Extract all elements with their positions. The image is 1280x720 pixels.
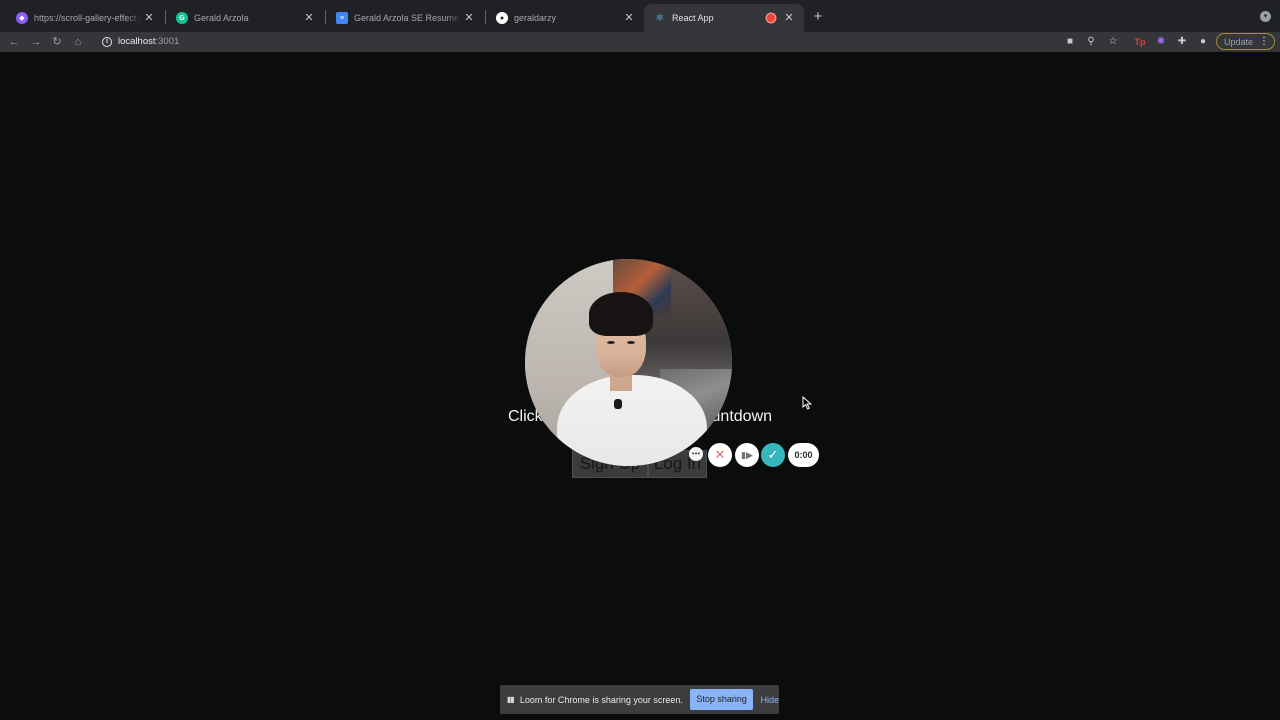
lapel-mic	[614, 399, 622, 409]
reload-button[interactable]: ↻	[48, 33, 66, 51]
update-button[interactable]: Update ⋮	[1216, 33, 1275, 50]
bookmark-star-icon[interactable]: ☆	[1105, 34, 1121, 50]
github-icon: ●	[496, 12, 508, 24]
google-docs-icon: ≡	[336, 12, 348, 24]
home-button[interactable]: ⌂	[69, 33, 87, 51]
hide-sharing-bar-button[interactable]: Hide	[760, 695, 779, 705]
sharing-pause-icon: ▮▮	[507, 695, 515, 704]
loom-finish-button[interactable]: ✓	[761, 443, 785, 467]
grammarly-icon: G	[176, 12, 188, 24]
url-port: :3001	[155, 36, 180, 47]
profile-icon[interactable]: ●	[1195, 34, 1211, 50]
tab-title: Gerald Arzola	[194, 13, 249, 23]
address-bar[interactable]: i localhost :3001	[94, 32, 1218, 51]
close-icon: ✕	[714, 447, 726, 462]
extension-loom-icon[interactable]: ✺	[1153, 34, 1169, 50]
url-host: localhost	[118, 36, 156, 47]
tab-title: geraldarzy	[514, 13, 557, 23]
react-icon: ⚛	[655, 12, 665, 24]
loom-camera-bubble[interactable]	[525, 259, 732, 466]
mouse-cursor-icon	[802, 396, 812, 410]
webcam-person-hair	[589, 292, 653, 336]
tab-scroll-gallery[interactable]: ◆ https://scroll-gallery-effect.netlify.…	[6, 4, 164, 32]
tab-title: React App	[672, 13, 714, 23]
recording-indicator-icon	[767, 14, 775, 22]
check-icon: ✓	[767, 447, 779, 462]
new-tab-button[interactable]: +	[810, 9, 826, 25]
forward-button[interactable]: →	[27, 33, 45, 51]
more-dots-icon: •••	[691, 449, 701, 458]
browser-toolbar: ← → ↻ ⌂ i localhost :3001 ■ ⚲ ☆ Tp ✺ ✚ ●…	[0, 32, 1280, 52]
close-tab-icon[interactable]: ✕	[142, 11, 156, 25]
loom-cancel-button[interactable]: ✕	[708, 443, 732, 467]
sharing-message: Loom for Chrome is sharing your screen.	[519, 694, 683, 705]
camera-in-use-icon[interactable]: ■	[1062, 34, 1078, 50]
extension-tp-icon[interactable]: Tp	[1132, 34, 1148, 50]
zoom-icon[interactable]: ⚲	[1083, 34, 1099, 50]
loom-recording-timer: 0:00	[788, 443, 819, 467]
loom-pause-button[interactable]: ▮▶	[735, 443, 759, 467]
tab-search-icon[interactable]: ▾	[1260, 11, 1271, 22]
tab-react-app[interactable]: ⚛ React App ✕	[644, 4, 804, 32]
screen: ◆ https://scroll-gallery-effect.netlify.…	[0, 0, 1280, 720]
screen-sharing-bar: ▮▮ Loom for Chrome is sharing your scree…	[500, 685, 779, 714]
tab-title: Gerald Arzola SE Resume - Google Docs	[354, 13, 462, 23]
loom-more-options-button[interactable]: •••	[689, 447, 703, 461]
webcam-person-eye	[607, 341, 615, 344]
extensions-puzzle-icon[interactable]: ✚	[1174, 34, 1190, 50]
webcam-person-eye	[627, 341, 635, 344]
close-tab-icon[interactable]: ✕	[622, 11, 636, 25]
close-tab-icon[interactable]: ✕	[462, 11, 476, 25]
close-tab-icon[interactable]: ✕	[302, 11, 316, 25]
update-label: Update	[1224, 36, 1254, 47]
back-button[interactable]: ←	[5, 33, 23, 51]
close-tab-icon[interactable]: ✕	[782, 11, 796, 25]
menu-kebab-icon[interactable]: ⋮	[1259, 34, 1269, 49]
tab-resume[interactable]: ≡ Gerald Arzola SE Resume - Google Docs …	[326, 4, 484, 32]
site-info-icon[interactable]: i	[102, 36, 112, 47]
tab-strip: ◆ https://scroll-gallery-effect.netlify.…	[0, 0, 1280, 32]
netlify-icon: ◆	[16, 12, 28, 24]
pause-play-icon: ▮▶	[741, 449, 753, 460]
webcam-person-shirt	[557, 375, 707, 466]
stop-sharing-button[interactable]: Stop sharing	[689, 689, 754, 710]
tab-github[interactable]: ● geraldarzy ✕	[486, 4, 644, 32]
tab-gerald-arzola[interactable]: G Gerald Arzola ✕	[166, 4, 324, 32]
tab-title: https://scroll-gallery-effect.netlify.ap…	[34, 13, 142, 23]
